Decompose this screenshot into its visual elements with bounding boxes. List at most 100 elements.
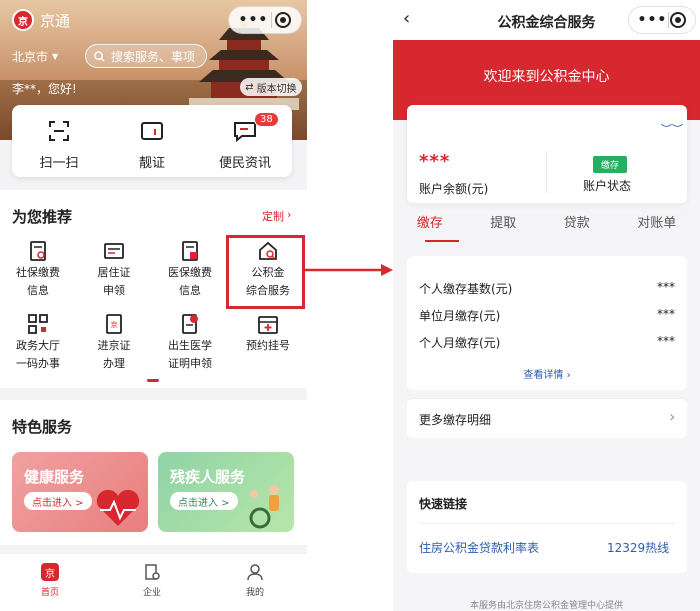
scan-icon: [49, 121, 69, 141]
disability-service-banner[interactable]: 残疾人服务 点击进入 >: [158, 452, 294, 532]
heart-icon: [96, 489, 140, 526]
search-icon: [94, 50, 105, 62]
active-tab-indicator: [425, 240, 459, 242]
service-label: 预约挂号: [246, 339, 290, 352]
right-screen: ‹ 公积金综合服务 ••• 欢迎来到公积金中心 ︶︶ *** 账户余额(元) 缴…: [393, 0, 700, 611]
more-icon[interactable]: •••: [638, 12, 668, 28]
detail-row: 个人缴存基数(元) ***: [419, 280, 675, 297]
enter-button[interactable]: 点击进入 >: [24, 492, 92, 510]
version-switch-button[interactable]: ⇄ 版本切换: [240, 78, 302, 96]
service-label: 社保缴费: [16, 266, 60, 279]
view-details-link[interactable]: 查看详情 ›: [407, 366, 687, 381]
quick-actions-card: 扫一扫 靓证 便民资讯 38: [12, 105, 292, 177]
tab-label: 首页: [40, 588, 59, 598]
switch-icon: ⇄: [245, 81, 254, 93]
service-birth-certificate[interactable]: 出生医学 证明申领: [154, 313, 226, 371]
search-input[interactable]: 搜索服务、事项: [85, 44, 207, 68]
service-label: 办理: [103, 357, 125, 370]
city-label: 北京市: [12, 50, 49, 64]
enterprise-icon: [145, 564, 160, 580]
service-qr-code[interactable]: 政务大厅 一码办事: [2, 313, 74, 371]
city-selector[interactable]: 北京市 ▼: [12, 48, 58, 65]
tab-enterprise[interactable]: 企业: [122, 563, 182, 598]
enter-button[interactable]: 点击进入 >: [170, 492, 238, 510]
birth-certificate-icon: [182, 314, 198, 334]
balance-label: 账户余额(元): [419, 182, 489, 196]
tab-home[interactable]: 京 首页: [20, 563, 80, 598]
profile-icon: [247, 564, 263, 581]
more-icon[interactable]: •••: [239, 12, 269, 28]
home-icon: 京: [41, 563, 59, 581]
chevron-right-icon: ›: [669, 407, 676, 426]
greeting-text: 李**，您好!: [12, 82, 77, 96]
account-card: ︶︶ *** 账户余额(元) 缴存 账户状态: [407, 105, 687, 203]
card-icon: [141, 122, 163, 140]
health-service-banner[interactable]: 健康服务 点击进入 >: [12, 452, 148, 532]
detail-label: 单位月缴存(元): [419, 309, 501, 323]
service-label: 出生医学: [168, 339, 212, 352]
welcome-text: 欢迎来到公积金中心: [483, 69, 610, 85]
detail-value: ***: [657, 334, 675, 348]
service-label: 信息: [27, 284, 49, 297]
service-beijing-permit[interactable]: 京 进京证 办理: [78, 313, 150, 371]
balance-value: ***: [419, 151, 451, 172]
caret-down-icon: ▼: [52, 52, 59, 61]
close-miniapp-icon[interactable]: [275, 12, 292, 28]
message-icon: [234, 122, 256, 142]
service-appointment[interactable]: 预约挂号: [232, 313, 304, 353]
service-medical-insurance[interactable]: 医保缴费 信息: [154, 240, 226, 298]
quick-action-label: 便民资讯: [218, 156, 271, 171]
service-label: 证明申领: [168, 357, 212, 370]
service-label: 信息: [179, 284, 201, 297]
tab-label: 企业: [142, 588, 161, 598]
quick-action-label: 靓证: [138, 156, 165, 171]
quick-action-news[interactable]: 便民资讯: [200, 120, 290, 171]
service-label: 申领: [103, 284, 125, 297]
detail-row: 个人月缴存(元) ***: [419, 334, 675, 351]
mini-program-capsule[interactable]: •••: [228, 6, 302, 34]
medical-insurance-icon: [182, 241, 198, 261]
tab-loan[interactable]: 贷款: [564, 212, 590, 248]
service-social-insurance[interactable]: 社保缴费 信息: [2, 240, 74, 298]
close-miniapp-icon[interactable]: [670, 12, 687, 28]
app-logo: 京: [12, 9, 34, 31]
tab-withdraw[interactable]: 提取: [490, 212, 516, 248]
service-label: 进京证: [97, 339, 131, 352]
more-records-row[interactable]: 更多缴存明细 ›: [407, 398, 687, 438]
detail-value: ***: [657, 280, 675, 294]
detail-value: ***: [657, 307, 675, 321]
tabs: 缴存 提取 贷款 对账单: [393, 212, 700, 248]
hotline-link[interactable]: 12329热线: [607, 539, 669, 556]
footer-text: 本服务由北京住房公积金管理中心提供: [469, 601, 623, 611]
detail-label: 个人月缴存(元): [419, 336, 501, 350]
highlight-box: [226, 235, 305, 309]
service-label: 政务大厅: [16, 339, 60, 352]
svg-text:京: 京: [111, 320, 118, 329]
quick-action-scan[interactable]: 扫一扫: [14, 120, 104, 171]
banner-title: 残疾人服务: [170, 468, 246, 486]
tab-statement[interactable]: 对账单: [637, 212, 676, 248]
arrow-right-icon: [305, 264, 393, 276]
deposit-detail-card: 个人缴存基数(元) *** 单位月缴存(元) *** 个人月缴存(元) *** 查看详…: [407, 256, 687, 390]
quick-action-card[interactable]: 靓证: [107, 120, 197, 171]
page-indicator: [147, 379, 159, 382]
hide-eye-icon[interactable]: ︶︶: [661, 121, 683, 137]
quick-links-title: 快速链接: [419, 497, 468, 511]
service-residence-permit[interactable]: 居住证 申领: [78, 240, 150, 298]
more-records-label: 更多缴存明细: [419, 413, 492, 427]
recommend-title: 为您推荐: [12, 208, 73, 226]
chevron-right-icon: ›: [287, 208, 292, 221]
social-insurance-icon: [30, 241, 46, 261]
featured-title: 特色服务: [12, 418, 73, 436]
residence-permit-icon: [104, 243, 124, 259]
service-label: 医保缴费: [168, 266, 212, 279]
loan-rate-link[interactable]: 住房公积金贷款利率表: [419, 539, 539, 556]
customize-link[interactable]: 定制 ›: [262, 208, 291, 224]
tab-profile[interactable]: 我的: [225, 563, 285, 598]
wheelchair-illustration: [249, 485, 279, 529]
unread-badge: 38: [254, 112, 279, 127]
left-screen: 京 京通 ••• 北京市 ▼ 搜索服务、事项 李**，您好! ⇄ 版本切换 扫一…: [0, 0, 307, 611]
mini-program-capsule[interactable]: •••: [628, 6, 696, 34]
version-switch-label: 版本切换: [256, 83, 297, 95]
tab-deposit[interactable]: 缴存: [417, 212, 443, 248]
